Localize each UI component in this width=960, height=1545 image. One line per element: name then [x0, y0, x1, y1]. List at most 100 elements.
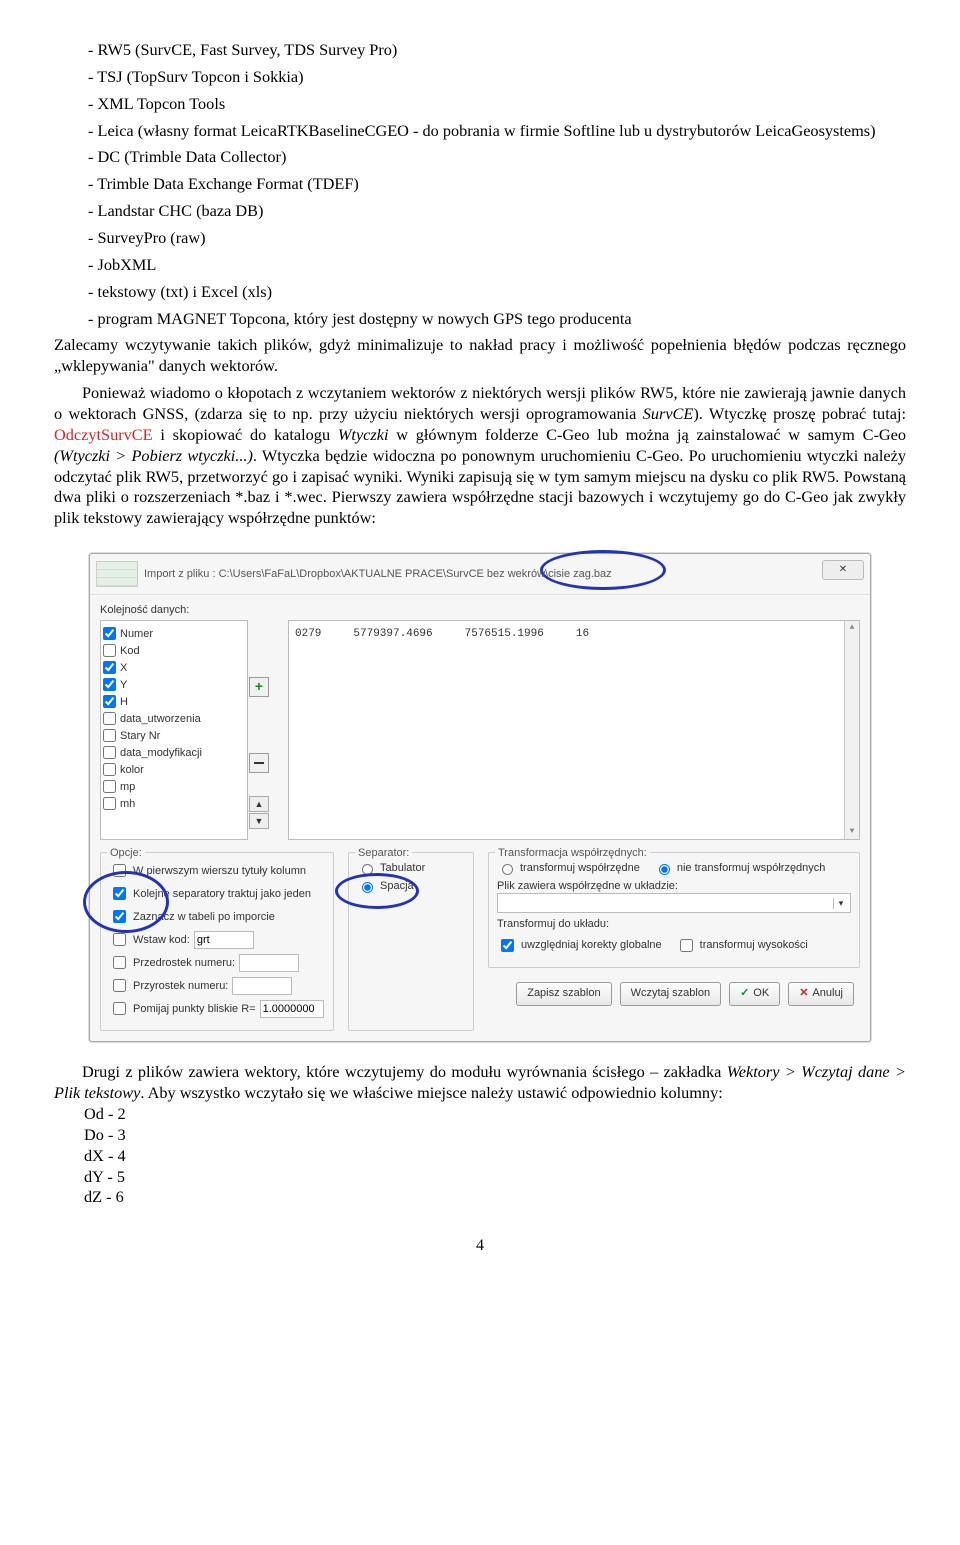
legend-transform: Transformacja współrzędnych:: [495, 846, 650, 860]
legend-opcje: Opcje:: [107, 846, 145, 860]
chk-data-utw[interactable]: [103, 712, 116, 725]
radio-label: nie transformuj współrzędnych: [677, 861, 826, 875]
list-item: - DC (Trimble Data Collector): [88, 147, 906, 168]
move-down-button[interactable]: ▼: [249, 813, 269, 829]
colmap-item: Od - 2: [84, 1104, 906, 1125]
chk-label: Y: [120, 678, 127, 692]
chk-label: X: [120, 661, 127, 675]
paragraph-second-file: Drugi z plików zawiera wektory, które wc…: [54, 1062, 906, 1104]
close-button[interactable]: ✕: [822, 560, 864, 580]
legend-separator: Separator:: [355, 846, 412, 860]
button-row: Zapisz szablon Wczytaj szablon ✓OK ✕Anul…: [488, 982, 860, 1006]
chk-h[interactable]: [103, 695, 116, 708]
dialog-titlebar: Import z pliku : C:\Users\FaFaL\Dropbox\…: [90, 554, 870, 595]
radio-transform-off[interactable]: [659, 864, 670, 875]
opt-label: W pierwszym wierszu tytuły kolumn: [133, 864, 306, 878]
import-dialog: Import z pliku : C:\Users\FaFaL\Dropbox\…: [89, 553, 871, 1042]
chk-mh[interactable]: [103, 797, 116, 810]
chk-label: data_modyfikacji: [120, 746, 202, 760]
chk-select-after-import[interactable]: [113, 910, 126, 923]
chk-insert-code[interactable]: [113, 933, 126, 946]
list-item: - XML Topcon Tools: [88, 94, 906, 115]
opt-label: Zaznacz w tabeli po imporcie: [133, 910, 275, 924]
radio-tabulator[interactable]: [362, 864, 373, 875]
list-item: - RW5 (SurvCE, Fast Survey, TDS Survey P…: [88, 40, 906, 61]
separator-fieldset: Separator: Tabulator Spacja: [348, 852, 474, 1031]
minus-button[interactable]: [249, 753, 269, 773]
link-odczytsurvce[interactable]: OdczytSurvCE: [54, 425, 153, 444]
move-up-button[interactable]: ▲: [249, 796, 269, 812]
chk-data-mod[interactable]: [103, 746, 116, 759]
list-item: - Trimble Data Exchange Format (TDEF): [88, 174, 906, 195]
list-item: - SurveyPro (raw): [88, 228, 906, 249]
opt-label: Przyrostek numeru:: [133, 979, 228, 993]
chk-label: kolor: [120, 763, 144, 777]
chk-suffix[interactable]: [113, 979, 126, 992]
code-input[interactable]: [194, 931, 254, 949]
paragraph-plugin: Ponieważ wiadomo o kłopotach z wczytanie…: [54, 383, 906, 529]
cancel-button[interactable]: ✕Anuluj: [788, 982, 854, 1006]
radio-label: Spacja: [380, 879, 414, 893]
chk-numer[interactable]: [103, 627, 116, 640]
opt-label: Przedrostek numeru:: [133, 956, 235, 970]
list-item: - Leica (własny format LeicaRTKBaselineC…: [88, 121, 906, 142]
dialog-title: Import z pliku : C:\Users\FaFaL\Dropbox\…: [144, 567, 612, 581]
colmap-item: dZ - 6: [84, 1187, 906, 1208]
chk-kolor[interactable]: [103, 763, 116, 776]
opt-label: Kolejne separatory traktuj jako jeden: [133, 887, 311, 901]
ok-button[interactable]: ✓OK: [729, 982, 780, 1006]
chk-label: Stary Nr: [120, 729, 160, 743]
chk-skip-close[interactable]: [113, 1002, 126, 1015]
list-item: - JobXML: [88, 255, 906, 276]
load-template-button[interactable]: Wczytaj szablon: [620, 982, 721, 1006]
transform-fieldset: Transformacja współrzędnych: transformuj…: [488, 852, 860, 967]
column-mapping-list: Od - 2 Do - 3 dX - 4 dY - 5 dZ - 6: [84, 1104, 906, 1208]
colmap-item: Do - 3: [84, 1125, 906, 1146]
chk-x[interactable]: [103, 661, 116, 674]
screenshot-dialog-container: Import z pliku : C:\Users\FaFaL\Dropbox\…: [54, 553, 906, 1042]
chk-label: H: [120, 695, 128, 709]
options-fieldset: Opcje: W pierwszym wierszu tytuły kolumn…: [100, 852, 334, 1031]
suffix-input[interactable]: [232, 977, 292, 995]
chk-y[interactable]: [103, 678, 116, 691]
chk-mp[interactable]: [103, 780, 116, 793]
chk-global-corrections[interactable]: [501, 939, 514, 952]
chk-first-row-titles[interactable]: [113, 864, 126, 877]
opt-label: Pomijaj punkty bliskie R=: [133, 1002, 256, 1016]
preview-cell: 0279: [295, 627, 351, 641]
format-list: - RW5 (SurvCE, Fast Survey, TDS Survey P…: [88, 40, 906, 329]
thumbnail-icon: [96, 561, 138, 587]
chk-label: transformuj wysokości: [700, 938, 808, 952]
plus-button[interactable]: +: [249, 677, 269, 697]
chk-transform-heights[interactable]: [680, 939, 693, 952]
preview-cell: 16: [576, 627, 619, 641]
radio-label: Tabulator: [380, 861, 425, 875]
preview-cell: 7576515.1996: [465, 627, 574, 641]
radio-transform-on[interactable]: [502, 864, 513, 875]
page-number: 4: [54, 1236, 906, 1256]
system-from-select[interactable]: ▾: [497, 893, 851, 913]
transform-label-1: Plik zawiera współrzędne w układzie:: [497, 879, 851, 893]
chk-label: mp: [120, 780, 135, 794]
paragraph-recommend: Zalecamy wczytywanie takich plików, gdyż…: [54, 335, 906, 377]
preview-cell: 5779397.4696: [353, 627, 462, 641]
radius-input[interactable]: [260, 1000, 324, 1018]
radio-spacja[interactable]: [362, 882, 373, 893]
scrollbar[interactable]: ▲▼: [844, 621, 859, 839]
chk-stary-nr[interactable]: [103, 729, 116, 742]
chk-prefix[interactable]: [113, 956, 126, 969]
close-icon: ✕: [799, 986, 808, 1000]
prefix-input[interactable]: [239, 954, 299, 972]
check-icon: ✓: [740, 986, 749, 1000]
chk-label: data_utworzenia: [120, 712, 201, 726]
column-checklist[interactable]: Numer Kod X Y H data_utworzenia Stary Nr…: [100, 620, 248, 840]
chk-kod[interactable]: [103, 644, 116, 657]
colmap-item: dY - 5: [84, 1167, 906, 1188]
chk-label: uwzględniaj korekty globalne: [521, 938, 662, 952]
chk-merge-separators[interactable]: [113, 887, 126, 900]
chk-label: mh: [120, 797, 135, 811]
preview-box: 0279 5779397.4696 7576515.1996 16 ▲▼: [288, 620, 860, 840]
save-template-button[interactable]: Zapisz szablon: [516, 982, 611, 1006]
chk-label: Kod: [120, 644, 140, 658]
transform-label-2: Transformuj do układu:: [497, 917, 851, 931]
